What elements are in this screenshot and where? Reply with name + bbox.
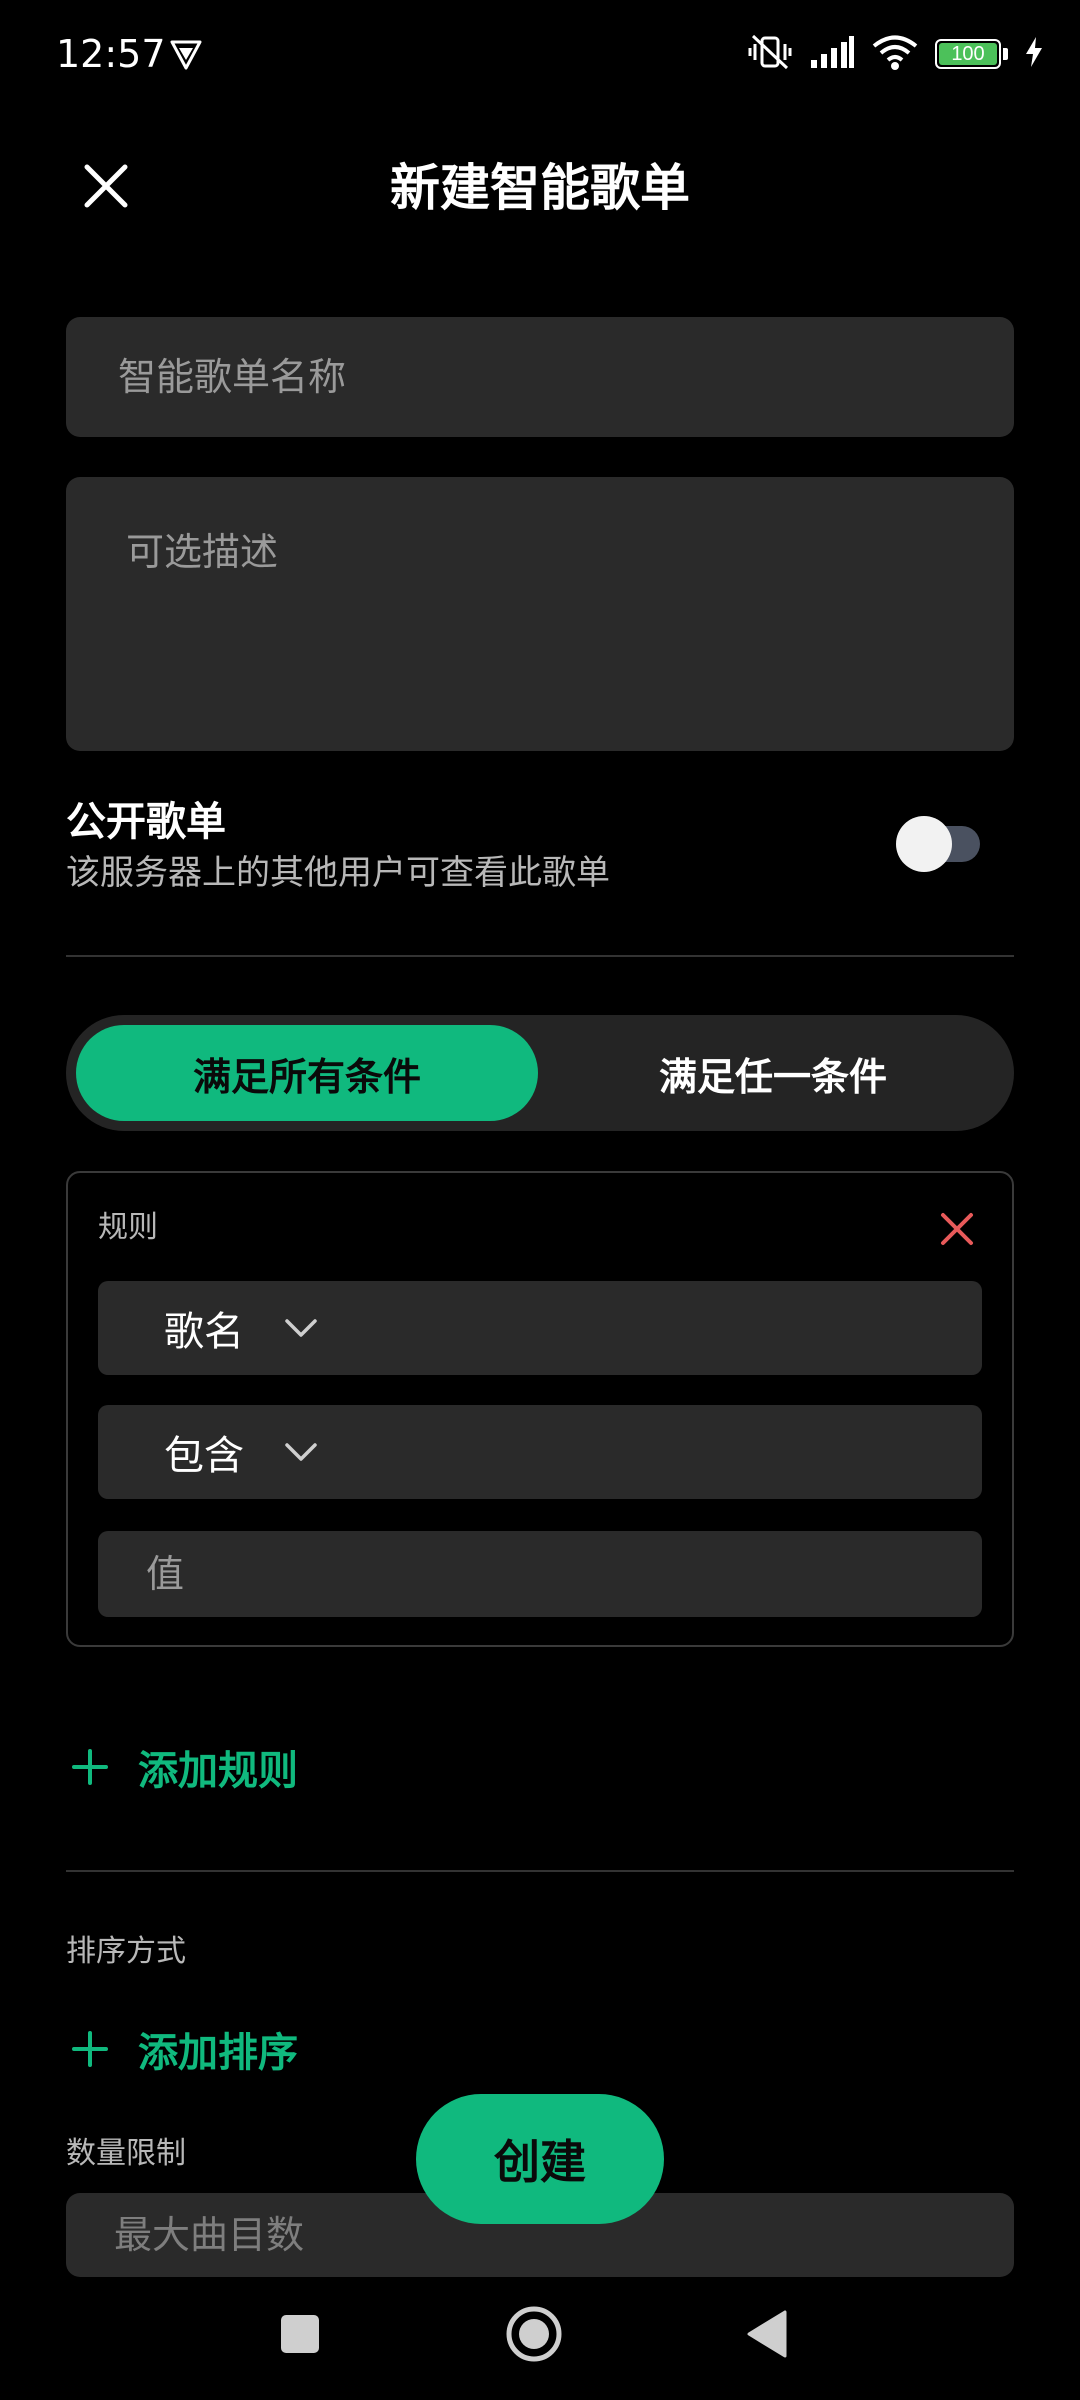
- recents-button[interactable]: [264, 2298, 336, 2370]
- rule-operator-dropdown[interactable]: 包含: [98, 1405, 982, 1499]
- limit-label: 数量限制: [66, 2136, 186, 2171]
- rule-operator-value: 包含: [164, 1433, 244, 1479]
- charging-icon: [1024, 36, 1044, 72]
- vibrate-mute-icon: [747, 32, 793, 76]
- description-input[interactable]: [66, 477, 1014, 751]
- rule-field-value: 歌名: [164, 1309, 244, 1355]
- chevron-down-icon: [284, 1311, 318, 1345]
- match-any-button[interactable]: 满足任一条件: [542, 1025, 1004, 1121]
- match-mode-segmented-control: 满足所有条件 满足任一条件: [66, 1015, 1014, 1131]
- wifi-icon: [871, 33, 919, 75]
- toggle-thumb: [896, 816, 952, 872]
- chevron-down-icon: [284, 1435, 318, 1469]
- battery-level: 100: [951, 42, 985, 65]
- add-sort-button[interactable]: 添加排序: [70, 2020, 298, 2078]
- signal-icon: [809, 34, 855, 74]
- page-title: 新建智能歌单: [390, 159, 690, 217]
- recents-icon: [281, 2315, 319, 2353]
- public-toggle[interactable]: [896, 816, 984, 872]
- back-icon: [747, 2310, 787, 2358]
- playlist-name-input[interactable]: [66, 317, 1014, 437]
- add-rule-label: 添加规则: [138, 1748, 298, 1794]
- plus-icon: [70, 2029, 110, 2069]
- public-playlist-title: 公开歌单: [66, 799, 226, 845]
- battery-icon: 100: [935, 39, 1001, 69]
- battery-cap: [1003, 48, 1008, 60]
- create-button[interactable]: 创建: [416, 2094, 664, 2224]
- status-icons: 100: [747, 30, 1044, 78]
- add-rule-button[interactable]: 添加规则: [70, 1738, 298, 1796]
- delete-rule-button[interactable]: [930, 1202, 984, 1256]
- plus-icon: [70, 1747, 110, 1787]
- rule-label: 规则: [98, 1210, 158, 1245]
- add-sort-label: 添加排序: [138, 2030, 298, 2076]
- public-playlist-subtitle: 该服务器上的其他用户可查看此歌单: [66, 853, 610, 893]
- back-button[interactable]: [732, 2298, 804, 2370]
- rule-field-dropdown[interactable]: 歌名: [98, 1281, 982, 1375]
- sort-label: 排序方式: [66, 1934, 186, 1969]
- divider: [66, 1870, 1014, 1872]
- match-all-button[interactable]: 满足所有条件: [76, 1025, 538, 1121]
- divider: [66, 955, 1014, 957]
- status-time: 12:57: [56, 32, 166, 76]
- app-notification-icon: [168, 36, 204, 72]
- home-button[interactable]: [498, 2298, 570, 2370]
- rule-value-input[interactable]: [98, 1531, 982, 1617]
- close-icon: [941, 1213, 973, 1245]
- home-icon: [506, 2306, 562, 2362]
